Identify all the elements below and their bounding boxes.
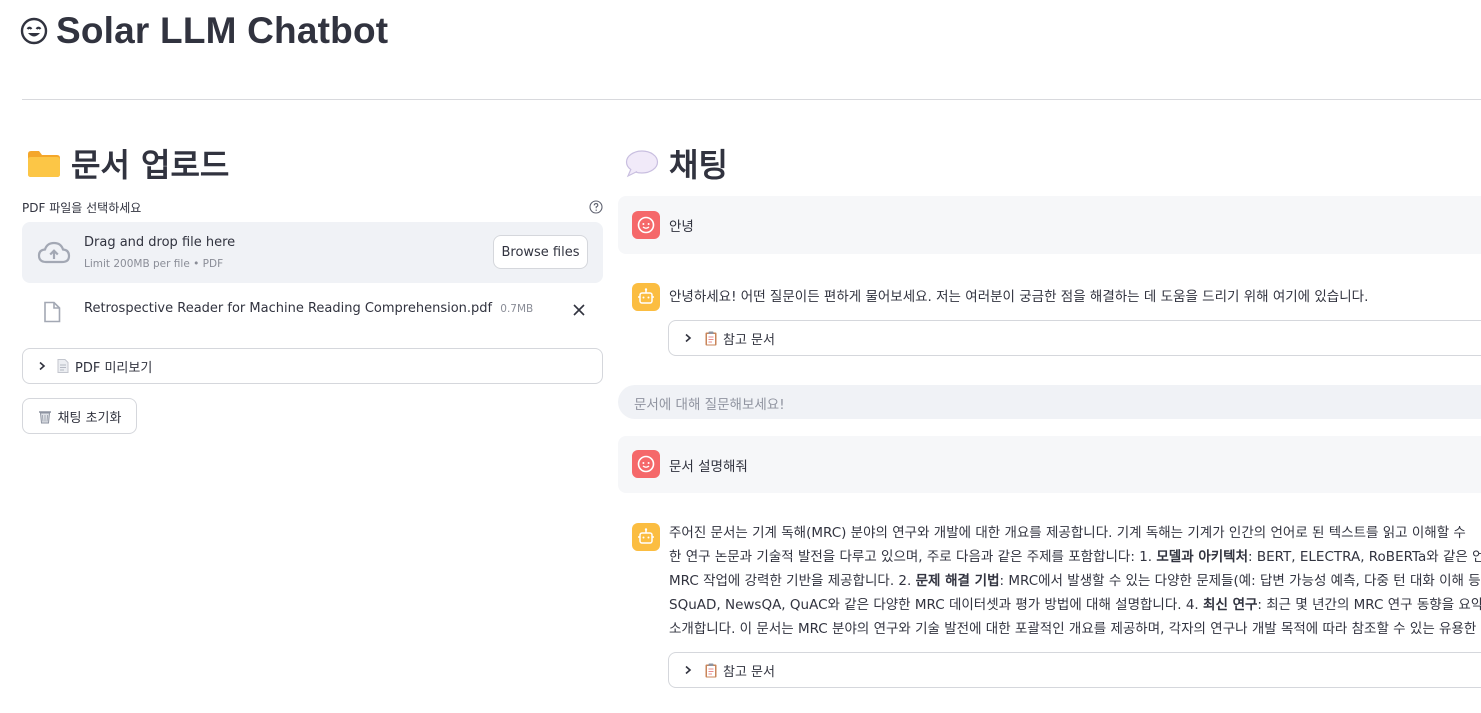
reset-chat-button[interactable]: 채팅 초기화 [22,398,137,434]
reference-docs-label: 참고 문서 [723,664,775,680]
message-line: 주어진 문서는 기계 독해(MRC) 분야의 연구와 개발에 대한 개요를 제공… [669,525,1466,541]
header-divider [22,99,1481,100]
user-face-icon [637,455,655,473]
browse-files-button[interactable]: Browse files [493,235,588,269]
robot-icon [638,528,654,544]
uploaded-file-name: Retrospective Reader for Machine Reading… [84,301,493,316]
help-icon[interactable] [589,200,603,214]
uploaded-file: Retrospective Reader for Machine Reading… [22,294,603,328]
file-uploader-label: PDF 파일을 선택하세요 [22,201,142,215]
clipboard-icon [705,331,717,345]
chat-message-user: 문서 설명해줘 [618,436,1481,493]
chat-input-placeholder: 문서에 대해 질문해보세요! [634,397,785,413]
message-text: 문서 설명해줘 [669,459,748,475]
uploaded-file-size: 0.7MB [500,303,534,315]
reset-chat-label: 채팅 초기화 [57,410,122,426]
message-line: SQuAD, NewsQA, QuAC와 같은 다양한 MRC 데이터셋과 평가… [669,597,1481,613]
file-dropzone[interactable]: Drag and drop file here Limit 200MB per … [22,222,603,283]
page-title: Solar LLM Chatbot [56,10,389,51]
chevron-right-icon [39,361,46,371]
pdf-preview-expander[interactable]: PDF 미리보기 [22,348,603,384]
dropzone-instructions: Drag and drop file here [84,235,236,250]
user-face-icon [637,216,655,234]
assistant-avatar [632,283,660,311]
user-avatar [632,450,660,478]
assistant-message-text: 안녕하세요! 어떤 질문이든 편하게 물어보세요. 저는 여러분이 궁금한 점을… [669,289,1369,305]
chat-input[interactable]: 문서에 대해 질문해보세요! [618,385,1481,419]
app-title: Solar LLM Chatbot [20,10,388,52]
cloud-upload-icon [37,241,71,264]
chevron-right-icon [685,665,692,675]
wastebasket-icon [38,410,51,423]
remove-file-icon[interactable] [571,302,587,318]
file-icon [44,301,61,323]
dropzone-limit: Limit 200MB per file • PDF [84,258,224,270]
clipboard-icon [705,663,717,677]
chevron-right-icon [685,333,692,343]
reference-docs-expander[interactable]: 참고 문서 [668,320,1481,356]
message-line: 한 연구 논문과 기술적 발전을 다루고 있으며, 주로 다음과 같은 주제를 … [669,549,1481,565]
assistant-message-text: 주어진 문서는 기계 독해(MRC) 분야의 연구와 개발에 대한 개요를 제공… [669,521,1481,641]
message-text: 안녕 [669,219,694,235]
chat-message-user: 안녕 [618,196,1481,254]
pdf-preview-label: PDF 미리보기 [75,360,153,376]
robot-icon [638,288,654,304]
reference-docs-label: 참고 문서 [723,332,775,348]
page-icon [57,359,69,373]
smiling-face-icon [20,17,48,45]
message-line: MRC 작업에 강력한 기반을 제공합니다. 2. 문제 해결 기법: MRC에… [669,573,1481,589]
user-avatar [632,211,660,239]
assistant-avatar [632,523,660,551]
speech-bubble-icon [625,150,659,178]
folder-icon [28,151,60,177]
upload-heading: 문서 업로드 [27,140,229,186]
reference-docs-expander[interactable]: 참고 문서 [668,652,1481,688]
message-line: 소개합니다. 이 문서는 MRC 분야의 연구와 기술 발전에 대한 포괄적인 … [669,621,1477,637]
chat-heading: 채팅 [625,140,728,186]
